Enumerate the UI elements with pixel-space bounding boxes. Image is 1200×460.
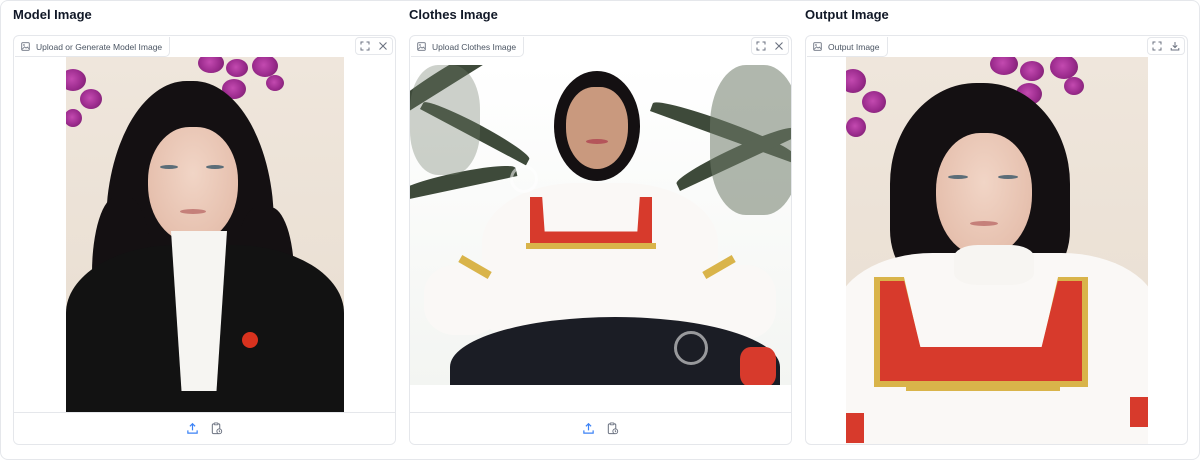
model-image-panel[interactable]: Upload or Generate Model Image [13,35,396,445]
paste-clipboard-icon[interactable] [209,421,225,437]
model-image-title: Model Image [13,7,92,22]
image-icon [813,42,822,51]
output-image-label-text: Output Image [828,41,880,52]
clothes-image-toolbar [751,37,789,55]
clothes-photo [410,65,791,385]
image-icon [417,42,426,51]
model-image-toolbar [355,37,393,55]
model-image-label-text: Upload or Generate Model Image [36,41,163,52]
close-icon[interactable] [374,38,392,54]
clothes-image-title: Clothes Image [409,7,498,22]
fullscreen-icon[interactable] [752,38,770,54]
clothes-image-panel[interactable]: Upload Clothes Image [409,35,792,445]
image-icon [21,42,30,51]
close-icon[interactable] [770,38,788,54]
fullscreen-icon[interactable] [1148,38,1166,54]
output-image-label: Output Image [807,37,888,57]
fullscreen-icon[interactable] [356,38,374,54]
model-image-label: Upload or Generate Model Image [15,37,171,57]
output-image-title: Output Image [805,7,889,22]
clothes-image-label-text: Upload Clothes Image [432,41,517,52]
app-frame: Model Image Upload or Generate Model Ima… [0,0,1200,460]
paste-clipboard-icon[interactable] [605,421,621,437]
output-image-toolbar [1147,37,1185,55]
output-image-panel: Output Image [805,35,1188,445]
download-icon[interactable] [1166,38,1184,54]
clothes-image-label: Upload Clothes Image [411,37,525,57]
model-image-actions [14,412,395,444]
model-photo [66,57,344,413]
upload-icon[interactable] [581,421,597,437]
output-photo [846,57,1148,444]
clothes-image-actions [410,412,791,444]
upload-icon[interactable] [185,421,201,437]
